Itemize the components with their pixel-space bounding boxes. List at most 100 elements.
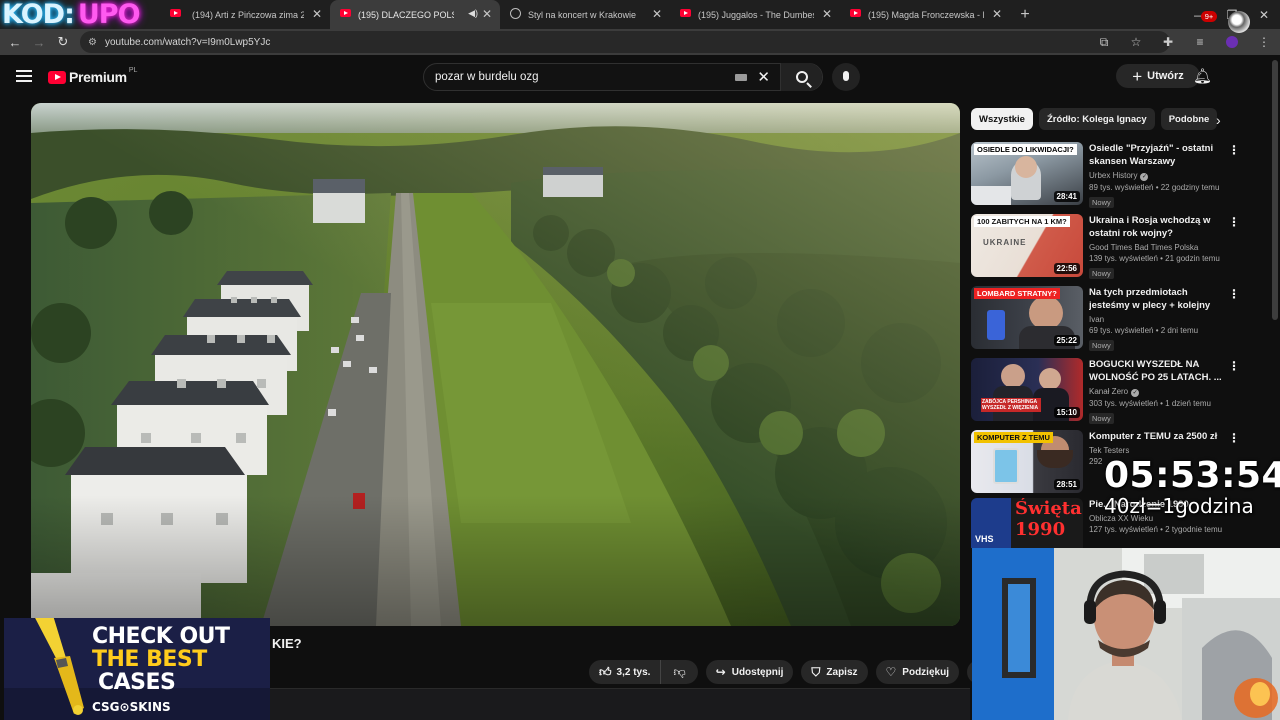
video-thumbnail[interactable]: LOMBARD STRATNY? 25:22 [971, 286, 1083, 349]
bookmark-star-icon[interactable]: ☆ [1120, 35, 1152, 49]
install-app-icon[interactable]: ⧉ [1088, 35, 1120, 50]
channel-name: Tek Testers [1089, 446, 1130, 455]
recommendation-item[interactable]: LOMBARD STRATNY? 25:22 Na tych przedmiot… [971, 286, 1246, 353]
sponsor-line-2: THE BEST [92, 647, 207, 672]
youtube-favicon-icon [680, 9, 691, 17]
stream-logo: KOD: UPO [0, 0, 160, 30]
account-avatar[interactable] [1228, 11, 1250, 33]
thumbnail-caption: 100 ZABITYCH NA 1 KM? [974, 216, 1070, 227]
tab-title: (195) Magda Fronczewska - Lal [868, 9, 984, 20]
forward-icon[interactable]: → [27, 35, 51, 50]
site-info-icon[interactable]: ⚙ [88, 37, 97, 48]
thanks-button[interactable]: ♡ Podziękuj [875, 660, 959, 684]
voice-search-button[interactable] [832, 63, 860, 91]
more-options-icon[interactable]: ⋮ [1228, 360, 1240, 372]
verified-check-icon: ✓ [1140, 173, 1149, 181]
video-thumbnail[interactable]: ZABÓJCA PERSHINGA WYSZEDŁ Z WIĘZIENIA 15… [971, 358, 1083, 421]
browser-tab-1[interactable]: (194) Arti z Pińczowa zima 2016 ✕ [160, 0, 330, 29]
map-label: UKRAINE [983, 238, 1027, 247]
video-thumbnail[interactable]: KOMPUTER Z TEMU 28:51 [971, 430, 1083, 493]
more-options-icon[interactable]: ⋮ [1228, 144, 1240, 156]
thumbnail-caption: OSIEDLE DO LIKWIDACJI? [974, 144, 1077, 155]
video-thumbnail[interactable]: OSIEDLE DO LIKWIDACJI? 28:41 [971, 142, 1083, 205]
chip-source[interactable]: Źródło: Kolega Ignacy [1038, 108, 1155, 130]
view-meta: 69 tys. wyświetleń • 2 dni temu [1089, 326, 1199, 335]
close-window-icon[interactable]: ✕ [1248, 0, 1280, 29]
tab-title: (194) Arti z Pińczowa zima 2016 [192, 9, 304, 20]
tab-title: (195) DLACZEGO POLSKIE [358, 9, 454, 20]
dislike-button[interactable]: 👎︎ [661, 660, 697, 684]
hamburger-menu-icon[interactable] [16, 70, 32, 82]
close-tab-icon[interactable]: ✕ [992, 7, 1002, 21]
share-button[interactable]: ↪ Udostępnij [705, 660, 794, 684]
channel-name: Good Times Bad Times Polska [1089, 243, 1199, 252]
keyboard-icon[interactable] [735, 73, 748, 81]
video-actions: 👍︎ 3,2 tys. 👎︎ ↪ Udostępnij ⛉ Zapisz ♡ Podzi… [589, 660, 991, 684]
chip-similar[interactable]: Podobne [1160, 108, 1218, 130]
search-button[interactable] [780, 63, 822, 91]
chip-all[interactable]: Wszystkie [971, 108, 1033, 130]
browser-tab-5[interactable]: (195) Magda Fronczewska - Lal ✕ [840, 0, 1010, 29]
channel-name: Urbex History ✓ [1089, 171, 1229, 181]
recommendation-item[interactable]: 100 ZABITYCH NA 1 KM? UKRAINE 22:56 Ukra… [971, 214, 1246, 279]
duration: 22:56 [1053, 263, 1080, 274]
tab-title: Styl na koncert w Krakowie [528, 9, 637, 20]
speaker-icon[interactable]: ◀) [468, 8, 478, 19]
view-meta: 303 tys. wyświetleń • 1 dzień temu [1089, 399, 1211, 408]
tab-strip: (194) Arti z Pińczowa zima 2016 ✕ (195) … [160, 0, 1040, 29]
close-tab-icon[interactable]: ✕ [312, 7, 322, 21]
channel-label: Kanał Zero [1089, 387, 1129, 396]
create-button[interactable]: + Utwórz [1116, 64, 1200, 88]
recommendation-title: Komputer z TEMU za 2500 zł [1089, 431, 1218, 442]
extensions-icon[interactable]: ✚ [1152, 35, 1184, 49]
back-icon[interactable]: ← [3, 35, 27, 50]
webcam-frame [972, 548, 1280, 720]
reload-icon[interactable]: ↻ [51, 34, 75, 50]
close-tab-icon[interactable]: ✕ [652, 7, 662, 21]
sponsor-line-1: CHECK OUT [92, 624, 230, 649]
search-input[interactable]: pozar w burdelu ozg [424, 71, 735, 83]
browser-menu-icon[interactable]: ⋮ [1248, 35, 1280, 49]
recommendation-title: BOGUCKI WYSZEDŁ NA WOLNOŚĆ PO 25 LATACH.… [1089, 359, 1222, 383]
like-button[interactable]: 👍︎ 3,2 tys. [589, 660, 662, 684]
bookmark-icon: ⛉ [811, 664, 821, 679]
more-options-icon[interactable]: ⋮ [1228, 432, 1240, 444]
more-options-icon[interactable]: ⋮ [1228, 288, 1240, 300]
close-tab-icon[interactable]: ✕ [822, 7, 832, 21]
share-icon: ↪ [715, 665, 726, 679]
microphone-icon [843, 71, 849, 81]
video-thumbnail[interactable]: 100 ZABITYCH NA 1 KM? UKRAINE 22:56 [971, 214, 1083, 277]
recommendation-item[interactable]: OSIEDLE DO LIKWIDACJI? 28:41 Osiedle "Pr… [971, 142, 1246, 208]
video-player[interactable] [31, 103, 960, 626]
recommendation-item[interactable]: ZABÓJCA PERSHINGA WYSZEDŁ Z WIĘZIENIA 15… [971, 358, 1246, 424]
browser-tab-4[interactable]: (195) Juggalos - The Dumbest ✕ [670, 0, 840, 29]
search-icon [795, 71, 808, 83]
profile-icon[interactable] [1226, 36, 1238, 48]
youtube-logo[interactable]: Premium PL [48, 67, 137, 85]
browser-tab-2[interactable]: (195) DLACZEGO POLSKIE ◀) ✕ [330, 0, 500, 29]
page-scrollbar[interactable] [1272, 60, 1278, 320]
browser-tab-bar: (194) Arti z Pińczowa zima 2016 ✕ (195) … [0, 0, 1280, 29]
video-thumbnail[interactable]: Święta 1990 VHS [971, 498, 1083, 548]
recommendation-info: Na tych przedmiotach jesteśmy w plecy + … [1089, 286, 1229, 353]
duration: 25:22 [1053, 335, 1080, 346]
chevron-right-icon[interactable]: › [1216, 112, 1221, 128]
save-label: Zapisz [826, 666, 858, 678]
sponsor-line-3: CASES [98, 670, 176, 695]
close-tab-icon[interactable]: ✕ [482, 7, 492, 21]
notifications-bell-icon[interactable]: 🔔︎ [1193, 67, 1212, 85]
thumbnail-caption: LOMBARD STRATNY? [974, 288, 1060, 299]
recommendation-info: BOGUCKI WYSZEDŁ NA WOLNOŚĆ PO 25 LATACH.… [1089, 358, 1229, 426]
thumbnail-tag: VHS [975, 534, 994, 544]
url-field[interactable]: ⚙ youtube.com/watch?v=I9m0Lwp5YJc [80, 31, 1170, 53]
more-options-icon[interactable]: ⋮ [1228, 216, 1240, 228]
save-button[interactable]: ⛉ Zapisz [801, 660, 868, 684]
youtube-favicon-icon [850, 9, 861, 17]
description-area [270, 688, 970, 720]
youtube-favicon-icon [340, 9, 351, 17]
browser-tab-3[interactable]: Styl na koncert w Krakowie ✕ [500, 0, 670, 29]
reading-list-icon[interactable]: ≡ [1184, 35, 1216, 49]
new-tab-button[interactable]: + [1010, 0, 1040, 29]
clear-search-icon[interactable]: ✕ [757, 68, 770, 86]
thumbnail-caption: Święta 1990 [1015, 498, 1082, 540]
